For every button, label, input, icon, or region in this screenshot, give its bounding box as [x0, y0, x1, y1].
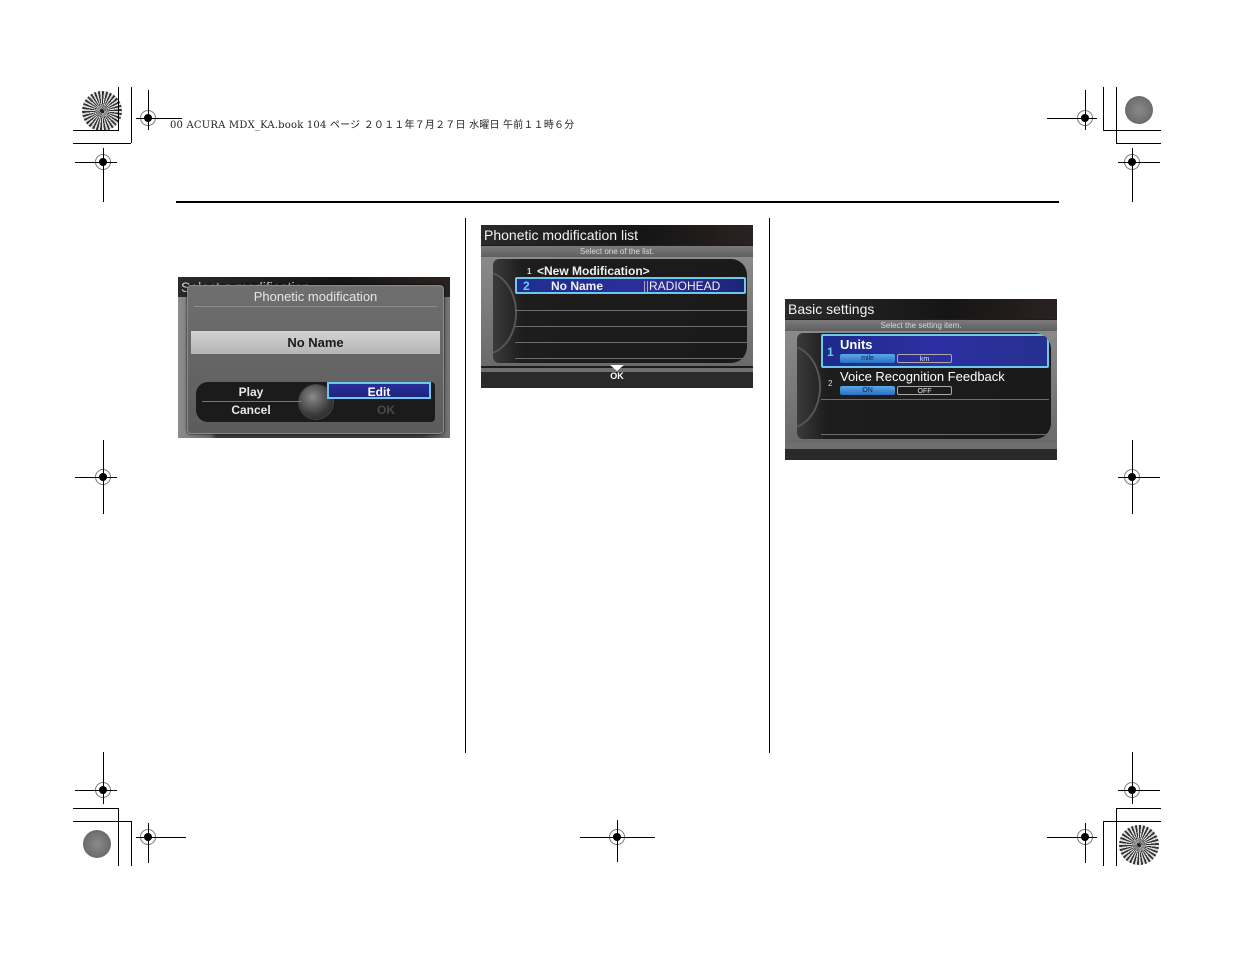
setting-number: 1 [827, 345, 834, 359]
crop-mark [580, 837, 655, 838]
column-divider [769, 218, 770, 753]
phonetic-modification-list-screen: Phonetic modification list Select one of… [481, 225, 753, 388]
setting-item-voice-feedback[interactable]: 2 Voice Recognition Feedback ON OFF [821, 369, 1049, 400]
crop-mark [1116, 808, 1117, 866]
registration-starburst-icon [1119, 825, 1159, 865]
row-label: <New Modification> [537, 264, 650, 278]
setting-label: Units [840, 337, 873, 352]
crop-mark [148, 823, 149, 863]
list-item-empty [515, 327, 747, 343]
registration-disc-icon [83, 830, 111, 858]
registration-starburst-icon [82, 91, 122, 131]
crop-mark [617, 820, 618, 862]
dialog-title: Phonetic modification [253, 289, 378, 304]
crop-mark [73, 130, 119, 131]
knob-arc-icon [493, 271, 517, 355]
crop-mark [1103, 821, 1161, 822]
crop-mark [1085, 90, 1086, 130]
crop-mark [73, 808, 119, 809]
row-number: 1 [527, 267, 532, 276]
row-label: No Name [551, 279, 604, 293]
crop-mark [1118, 477, 1160, 478]
crop-mark [1118, 790, 1160, 791]
row-value-divider [644, 281, 648, 292]
crop-mark [118, 87, 119, 130]
list-item-empty [515, 311, 747, 327]
list-item-empty [515, 343, 747, 359]
phonetic-modification-dialog: Phonetic modification No Name Play Cance… [187, 285, 444, 434]
crop-mark [1103, 87, 1104, 130]
subtitle-bar: Select one of the list. [481, 246, 753, 257]
play-button[interactable]: Play [211, 385, 291, 399]
ok-button[interactable]: OK [607, 365, 627, 387]
crop-mark [136, 837, 186, 838]
print-header: 00 ACURA MDX_KA.book 104 ページ ２０１１年７月２７日 … [170, 120, 575, 131]
crop-mark [1103, 821, 1104, 866]
crop-mark [75, 162, 117, 163]
setting-item-units[interactable]: 1 Units mile km [821, 334, 1049, 368]
list-divider [821, 434, 1049, 435]
crop-mark [1103, 130, 1161, 131]
screen-title: Basic settings [788, 301, 875, 317]
setting-number: 2 [828, 379, 833, 388]
crop-mark [1118, 162, 1160, 163]
row-number: 2 [523, 279, 530, 293]
ok-button[interactable]: OK [346, 403, 426, 417]
name-field: No Name [191, 331, 440, 354]
crop-mark [1116, 143, 1161, 144]
option-km[interactable]: km [897, 354, 952, 363]
registration-disc-icon [1125, 96, 1153, 124]
crop-mark [118, 808, 119, 866]
crop-mark [75, 790, 117, 791]
crop-mark [103, 148, 104, 202]
crop-mark [75, 477, 117, 478]
list-item-selected[interactable]: 2 No Name RADIOHEAD [515, 277, 746, 294]
setting-label: Voice Recognition Feedback [840, 369, 1005, 384]
crop-mark [1132, 148, 1133, 202]
knob-arc-icon [797, 345, 821, 429]
crop-mark [1132, 752, 1133, 804]
dialog-button-area: Play Cancel Edit OK [196, 382, 435, 422]
list-area: 1 <New Modification> 2 No Name RADIOHEAD [493, 259, 747, 363]
crop-mark [148, 90, 149, 130]
crop-mark [1047, 118, 1097, 119]
crop-mark [1085, 823, 1086, 863]
crop-mark [1047, 837, 1097, 838]
cancel-button[interactable]: Cancel [211, 403, 291, 417]
crop-mark [1116, 87, 1117, 143]
ok-label: OK [610, 371, 624, 381]
crop-mark [131, 87, 132, 143]
option-on[interactable]: ON [840, 386, 895, 395]
crop-mark [73, 143, 131, 144]
crop-mark [73, 821, 131, 822]
crop-mark [1116, 808, 1161, 809]
option-mile[interactable]: mile [840, 354, 895, 363]
option-off[interactable]: OFF [897, 386, 952, 395]
bottom-bar [785, 443, 1057, 460]
crop-mark [131, 821, 132, 866]
button-divider [202, 401, 302, 402]
row-value: RADIOHEAD [649, 279, 721, 293]
subtitle-bar: Select the setting item. [785, 320, 1057, 331]
screen-title: Phonetic modification list [484, 227, 639, 243]
list-item-empty [515, 295, 747, 311]
settings-list: 1 Units mile km 2 Voice Recognition Feed… [797, 333, 1051, 439]
basic-settings-screen: Basic settings Select the setting item. … [785, 299, 1057, 460]
crop-mark [103, 752, 104, 804]
dialog-separator [194, 306, 437, 307]
edit-button[interactable]: Edit [327, 382, 431, 399]
column-divider [465, 218, 466, 753]
page-top-rule [176, 201, 1059, 203]
